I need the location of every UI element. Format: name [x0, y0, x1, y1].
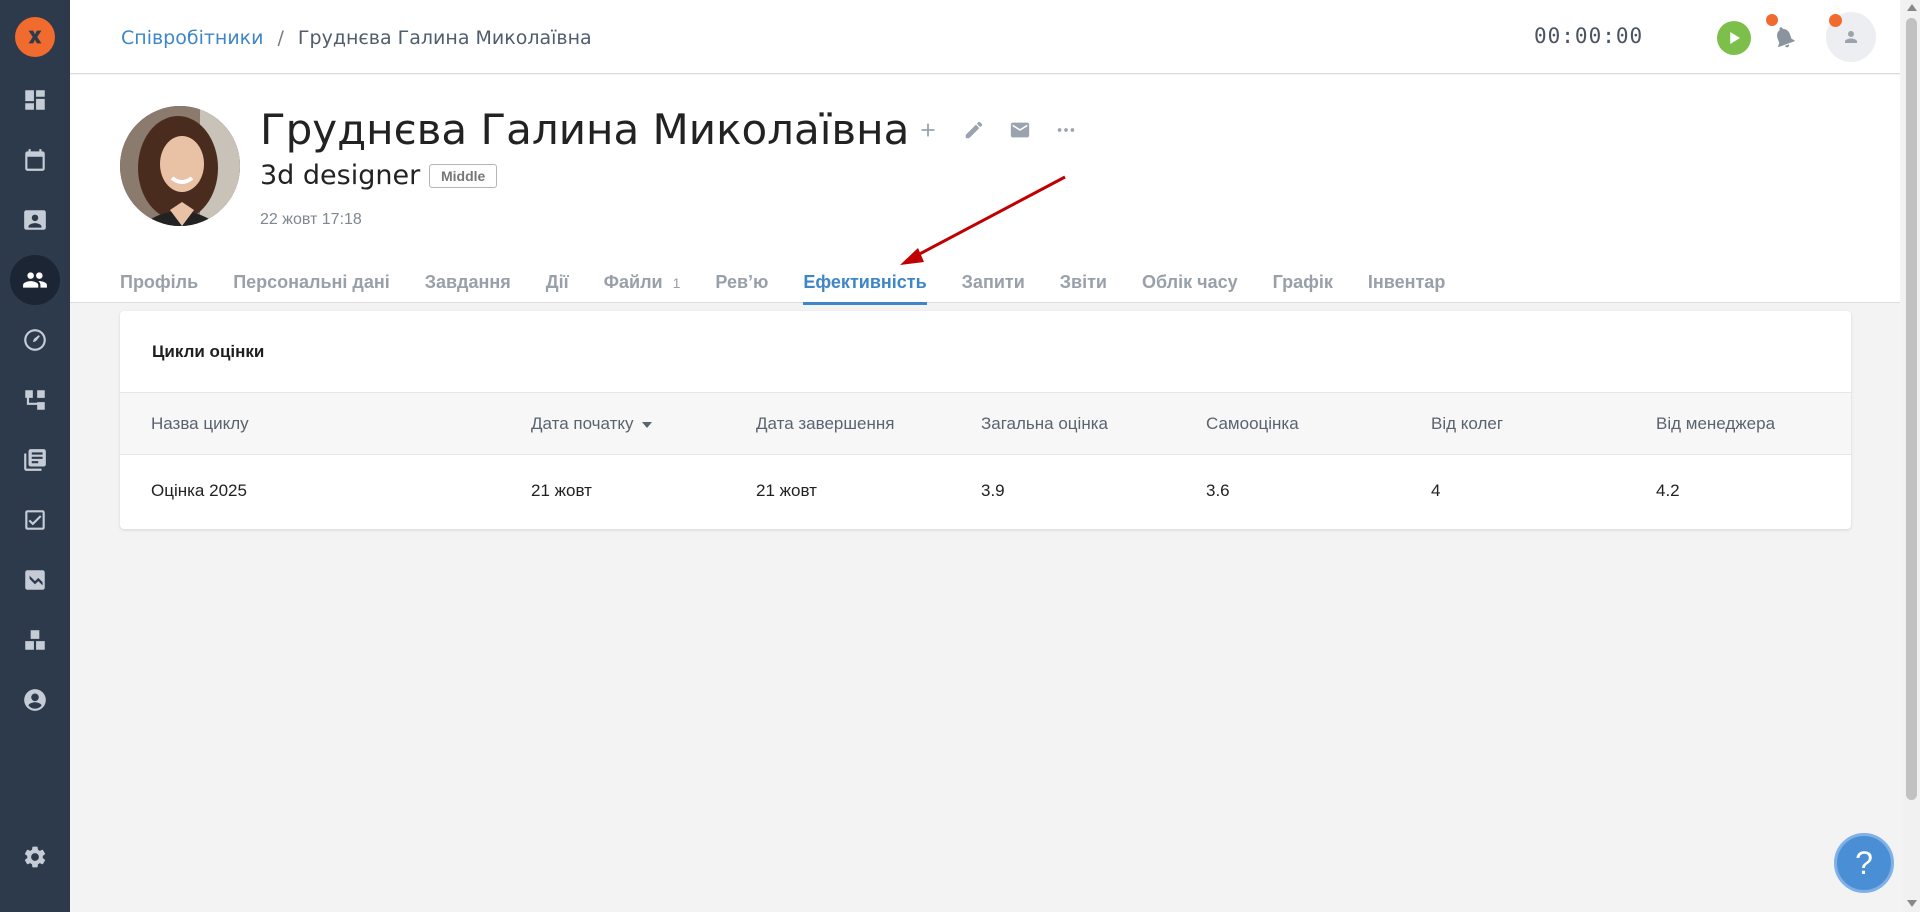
time-tracker-timer: 00:00:00 [1534, 24, 1644, 48]
analytics-icon[interactable] [10, 555, 60, 605]
tab-schedule[interactable]: Графік [1273, 272, 1333, 305]
workflow-icon[interactable] [10, 375, 60, 425]
gauge-icon[interactable] [10, 315, 60, 365]
profile-tabs: Профіль Персональні дані Завдання Дії Фа… [120, 272, 1480, 305]
mail-icon[interactable] [1007, 117, 1033, 143]
tab-personal-data[interactable]: Персональні дані [233, 272, 390, 305]
column-self-assessment[interactable]: Самооцінка [1206, 414, 1299, 434]
column-start-date-label: Дата початку [531, 414, 634, 433]
calendar-icon[interactable] [10, 135, 60, 185]
cell-end-date: 21 жовт [756, 481, 817, 500]
employee-photo [120, 106, 240, 226]
cell-self-assessment: 3.6 [1206, 481, 1230, 500]
column-start-date[interactable]: Дата початку [531, 414, 652, 434]
card-title: Цикли оцінки [152, 342, 265, 361]
tab-reports[interactable]: Звіти [1060, 272, 1107, 305]
profile-header: Груднєва Галина Миколаївна 3d designer M… [70, 75, 1900, 305]
employee-date: 22 жовт 17:18 [260, 211, 362, 228]
employee-position: 3d designer [260, 160, 421, 191]
user-status-indicator [1829, 14, 1842, 27]
employees-icon[interactable] [10, 255, 60, 305]
inventory-icon[interactable] [10, 615, 60, 665]
help-button[interactable]: ? [1834, 833, 1894, 893]
breadcrumb-current: Груднєва Галина Миколаївна [297, 27, 592, 49]
tab-requests[interactable]: Запити [962, 272, 1025, 305]
breadcrumb-separator: / [277, 27, 284, 49]
column-cycle-name[interactable]: Назва циклу [151, 414, 249, 434]
settings-icon[interactable] [10, 832, 60, 882]
logo-icon[interactable] [15, 17, 55, 57]
tab-inventory[interactable]: Інвентар [1368, 272, 1445, 305]
column-from-manager[interactable]: Від менеджера [1656, 414, 1775, 434]
sidebar [0, 0, 70, 912]
cell-cycle-name[interactable]: Оцінка 2025 [151, 481, 247, 501]
breadcrumb-employees-link[interactable]: Співробітники [121, 27, 264, 49]
employee-portrait-image [120, 106, 240, 226]
user-icon [1845, 31, 1857, 43]
profile-actions [915, 117, 1079, 143]
column-end-date[interactable]: Дата завершення [756, 414, 894, 434]
add-icon[interactable] [915, 117, 941, 143]
table-header: Назва циклу Дата початку Дата завершення… [120, 392, 1851, 455]
scroll-down-icon[interactable] [1907, 900, 1917, 907]
breadcrumb: Співробітники / Груднєва Галина Миколаїв… [121, 27, 592, 49]
tasks-icon[interactable] [10, 495, 60, 545]
cell-start-date: 21 жовт [531, 481, 592, 500]
cell-from-manager: 4.2 [1656, 481, 1680, 500]
notification-indicator [1766, 14, 1778, 26]
scroll-up-icon[interactable] [1907, 4, 1917, 11]
evaluation-cycles-card: Цикли оцінки Назва циклу Дата початку Да… [120, 311, 1851, 529]
bell-icon [1777, 27, 1795, 48]
tab-time-tracking[interactable]: Облік часу [1142, 272, 1238, 305]
page-scrollbar[interactable] [1903, 0, 1920, 912]
play-icon [1730, 32, 1740, 44]
edit-icon[interactable] [961, 117, 987, 143]
employee-name: Груднєва Галина Миколаївна [260, 105, 910, 154]
contacts-icon[interactable] [10, 195, 60, 245]
tab-actions[interactable]: Дії [546, 272, 569, 305]
column-from-colleagues[interactable]: Від колег [1431, 414, 1503, 434]
tab-files-label: Файли [603, 272, 663, 292]
library-icon[interactable] [10, 435, 60, 485]
employee-level-badge: Middle [429, 164, 498, 188]
more-icon[interactable] [1053, 117, 1079, 143]
tab-profile[interactable]: Профіль [120, 272, 198, 305]
cell-from-colleagues: 4 [1431, 481, 1441, 500]
tab-tasks[interactable]: Завдання [425, 272, 511, 305]
sort-desc-icon [641, 421, 652, 428]
tab-files[interactable]: Файли 1 [604, 272, 681, 305]
dashboard-icon[interactable] [10, 75, 60, 125]
scrollbar-thumb[interactable] [1906, 18, 1917, 800]
timer-play-button[interactable] [1717, 21, 1751, 55]
column-overall-score[interactable]: Загальна оцінка [981, 414, 1108, 434]
tab-files-count: 1 [672, 275, 681, 291]
cell-overall-score: 3.9 [981, 481, 1005, 500]
tab-performance[interactable]: Ефективність [803, 272, 927, 305]
tab-review[interactable]: Рев’ю [715, 272, 768, 305]
account-icon[interactable] [10, 675, 60, 725]
